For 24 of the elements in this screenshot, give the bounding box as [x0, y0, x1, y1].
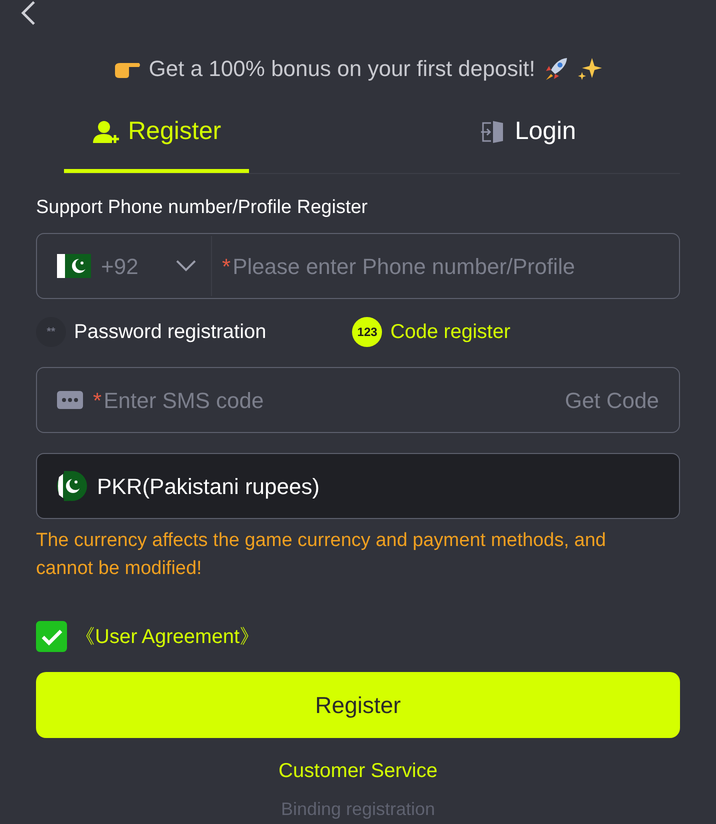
registration-mode-option[interactable]: ** Password registration: [36, 317, 266, 347]
pakistan-flag-icon: [57, 471, 87, 501]
chevron-down-icon: [175, 259, 197, 273]
sms-code-field[interactable]: *Enter SMS code Get Code: [36, 367, 680, 433]
rocket-icon: [543, 56, 570, 82]
required-mark: *: [93, 386, 102, 414]
tab[interactable]: Login: [450, 103, 604, 172]
form-title: Support Phone number/Profile Register: [36, 196, 369, 220]
currency-notice: The currency affects the game currency and payment methods, and cannot be modified!: [36, 529, 607, 581]
checkmark-icon: [40, 628, 62, 646]
registration-mode-option[interactable]: 123 Code register: [352, 317, 510, 347]
back-icon[interactable]: [20, 0, 36, 26]
add-user-icon: [92, 118, 120, 145]
phone-field[interactable]: +92 *Please enter Phone number/Profile: [36, 233, 680, 299]
tab[interactable]: Register: [64, 103, 250, 172]
promo-text: Get a 100% bonus on your first deposit!: [148, 55, 536, 83]
pakistan-flag-icon: [57, 254, 91, 278]
register-button[interactable]: Register: [36, 672, 680, 738]
required-mark: *: [222, 252, 231, 280]
currency-value: PKR(Pakistani rupees): [97, 472, 320, 501]
agreement-checkbox[interactable]: [36, 621, 67, 652]
customer-service-link[interactable]: Customer Service: [278, 756, 438, 786]
dots-icon: [57, 391, 83, 409]
user-agreement-link[interactable]: 《User Agreement》: [75, 622, 260, 652]
